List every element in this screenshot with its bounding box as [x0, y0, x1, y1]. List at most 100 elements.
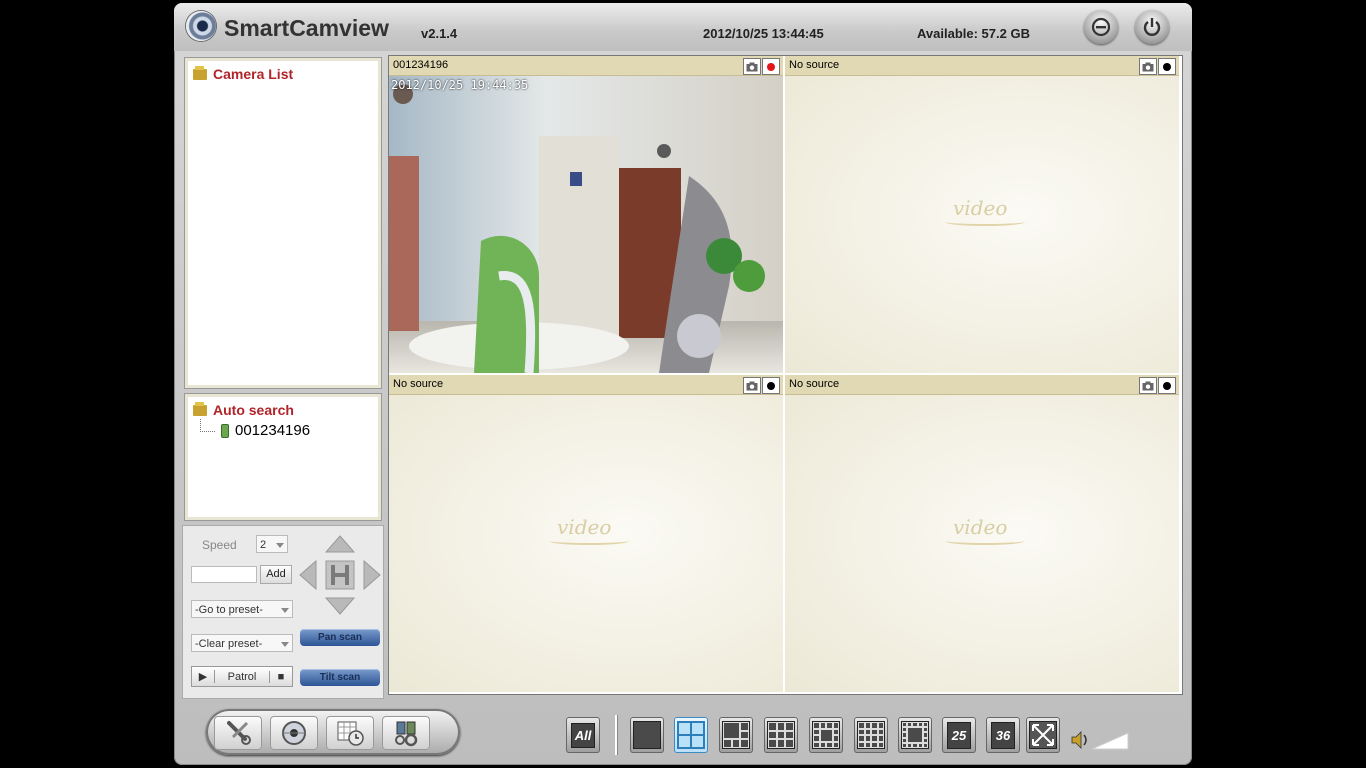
clear-preset-select[interactable]: -Clear preset- — [191, 634, 293, 652]
video-reel-icon — [282, 721, 306, 745]
snapshot-button[interactable] — [1139, 377, 1157, 394]
chevron-down-icon — [281, 608, 289, 613]
camera-feed-image: 2012/10/25 19:44:35 — [389, 76, 783, 373]
layout-6-button[interactable] — [719, 717, 753, 753]
layout-4-button[interactable] — [674, 717, 708, 753]
camera-list-title: Camera List — [213, 66, 294, 82]
layout-16-icon — [857, 721, 885, 749]
video-watermark: video — [944, 196, 1026, 226]
title-bar: SmartCamview v2.1.4 2012/10/25 13:44:45 … — [174, 3, 1192, 51]
tilt-scan-button[interactable]: Tilt scan — [300, 669, 380, 686]
minimize-button[interactable] — [1084, 10, 1118, 44]
folder-icon — [193, 65, 207, 80]
chevron-down-icon — [281, 642, 289, 647]
camera-list-header[interactable]: Camera List — [193, 65, 294, 82]
playback-tool-button[interactable] — [270, 716, 318, 750]
snapshot-button[interactable] — [743, 377, 761, 394]
main-tools-bar — [206, 709, 460, 755]
layout-13-icon — [901, 721, 929, 749]
layout-16-button[interactable] — [854, 717, 888, 753]
video-cell[interactable]: No source video — [785, 375, 1179, 692]
tree-connector — [200, 419, 215, 432]
arrow-up-icon[interactable] — [324, 535, 356, 553]
chevron-down-icon — [276, 543, 284, 548]
preset-name-input[interactable] — [191, 566, 257, 583]
layout-25-button[interactable]: 25 — [942, 717, 976, 753]
video-cell[interactable]: No source video — [389, 375, 783, 692]
devices-gear-icon — [395, 721, 418, 747]
schedule-tool-button[interactable] — [326, 716, 374, 750]
pan-scan-button[interactable]: Pan scan — [300, 629, 380, 646]
snapshot-button[interactable] — [1139, 58, 1157, 75]
record-button[interactable] — [762, 58, 780, 75]
video-cell[interactable]: 2012/10/25 19:44:35 001234196 — [389, 56, 783, 373]
cell-title: No source — [789, 378, 840, 390]
layout-1-icon — [633, 721, 661, 749]
cell-title-bar: No source — [389, 375, 783, 395]
feed-timestamp-overlay: 2012/10/25 19:44:35 — [391, 78, 529, 92]
arrow-down-icon[interactable] — [324, 597, 356, 615]
ptz-control-panel: Speed 2 Add -Go to preset- -Clear preset… — [182, 525, 384, 699]
goto-preset-select[interactable]: -Go to preset- — [191, 600, 293, 618]
auto-search-header[interactable]: Auto search — [193, 401, 294, 418]
power-button[interactable] — [1135, 10, 1169, 44]
cell-title: 001234196 — [393, 59, 449, 71]
camera-icon — [746, 62, 758, 71]
record-dot-icon — [1163, 381, 1171, 390]
auto-search-camera-item[interactable]: 001234196 — [200, 419, 311, 439]
record-button[interactable] — [762, 377, 780, 394]
camera-icon — [1142, 62, 1154, 71]
app-title: SmartCamview — [224, 15, 389, 41]
speed-label: Speed — [202, 538, 237, 552]
layout-36-button[interactable]: 36 — [986, 717, 1020, 753]
layout-13-button[interactable] — [898, 717, 932, 753]
minimize-icon — [1091, 17, 1111, 37]
camera-id-label: 001234196 — [235, 422, 311, 439]
live-room-scene — [389, 76, 783, 373]
cell-title-bar: 001234196 — [389, 56, 783, 76]
layout-9-icon — [767, 721, 795, 749]
layout-all-button[interactable]: All — [566, 717, 600, 753]
cell-title-bar: No source — [785, 375, 1179, 395]
layout-9-button[interactable] — [764, 717, 798, 753]
direction-pad[interactable] — [298, 534, 382, 616]
record-button[interactable] — [1158, 58, 1176, 75]
record-button[interactable] — [1158, 377, 1176, 394]
arrow-left-icon[interactable] — [299, 559, 317, 591]
patrol-control: ▶ Patrol ■ — [191, 666, 293, 687]
video-cell[interactable]: No source video — [785, 56, 1179, 373]
device-config-tool-button[interactable] — [382, 716, 430, 750]
stop-patrol-button[interactable]: ■ — [269, 670, 292, 683]
settings-tool-button[interactable] — [214, 716, 262, 750]
layout-10-icon — [812, 721, 840, 749]
auto-search-panel: Auto search 001234196 — [184, 393, 382, 521]
available-storage: Available: 57.2 GB — [917, 26, 1030, 41]
layout-10-button[interactable] — [809, 717, 843, 753]
folder-icon — [193, 401, 207, 416]
camera-list-panel: Camera List — [184, 57, 382, 389]
goto-preset-value: -Go to preset- — [195, 604, 263, 616]
layout-1-button[interactable] — [630, 717, 664, 753]
fullscreen-button[interactable] — [1026, 717, 1060, 753]
camera-icon — [1142, 381, 1154, 390]
cell-title: No source — [789, 59, 840, 71]
speed-select[interactable]: 2 — [256, 535, 288, 553]
record-dot-icon — [767, 381, 775, 390]
video-watermark: video — [944, 515, 1026, 545]
play-patrol-button[interactable]: ▶ — [192, 670, 215, 683]
patrol-label: Patrol — [227, 670, 257, 683]
layout-4-icon — [677, 721, 705, 749]
auto-search-title: Auto search — [213, 402, 294, 418]
record-dot-icon — [767, 62, 775, 71]
version-label: v2.1.4 — [421, 26, 458, 41]
wrench-screwdriver-icon — [227, 721, 251, 745]
snapshot-button[interactable] — [743, 58, 761, 75]
app-window: SmartCamview v2.1.4 2012/10/25 13:44:45 … — [174, 3, 1192, 765]
layout-6-icon — [722, 721, 750, 749]
add-preset-button[interactable]: Add — [260, 565, 292, 584]
arrow-right-icon[interactable] — [363, 559, 381, 591]
camera-lens-logo-icon — [186, 11, 216, 41]
volume-control[interactable] — [1070, 729, 1130, 751]
current-datetime: 2012/10/25 13:44:45 — [703, 26, 824, 41]
clear-preset-value: -Clear preset- — [195, 638, 263, 650]
